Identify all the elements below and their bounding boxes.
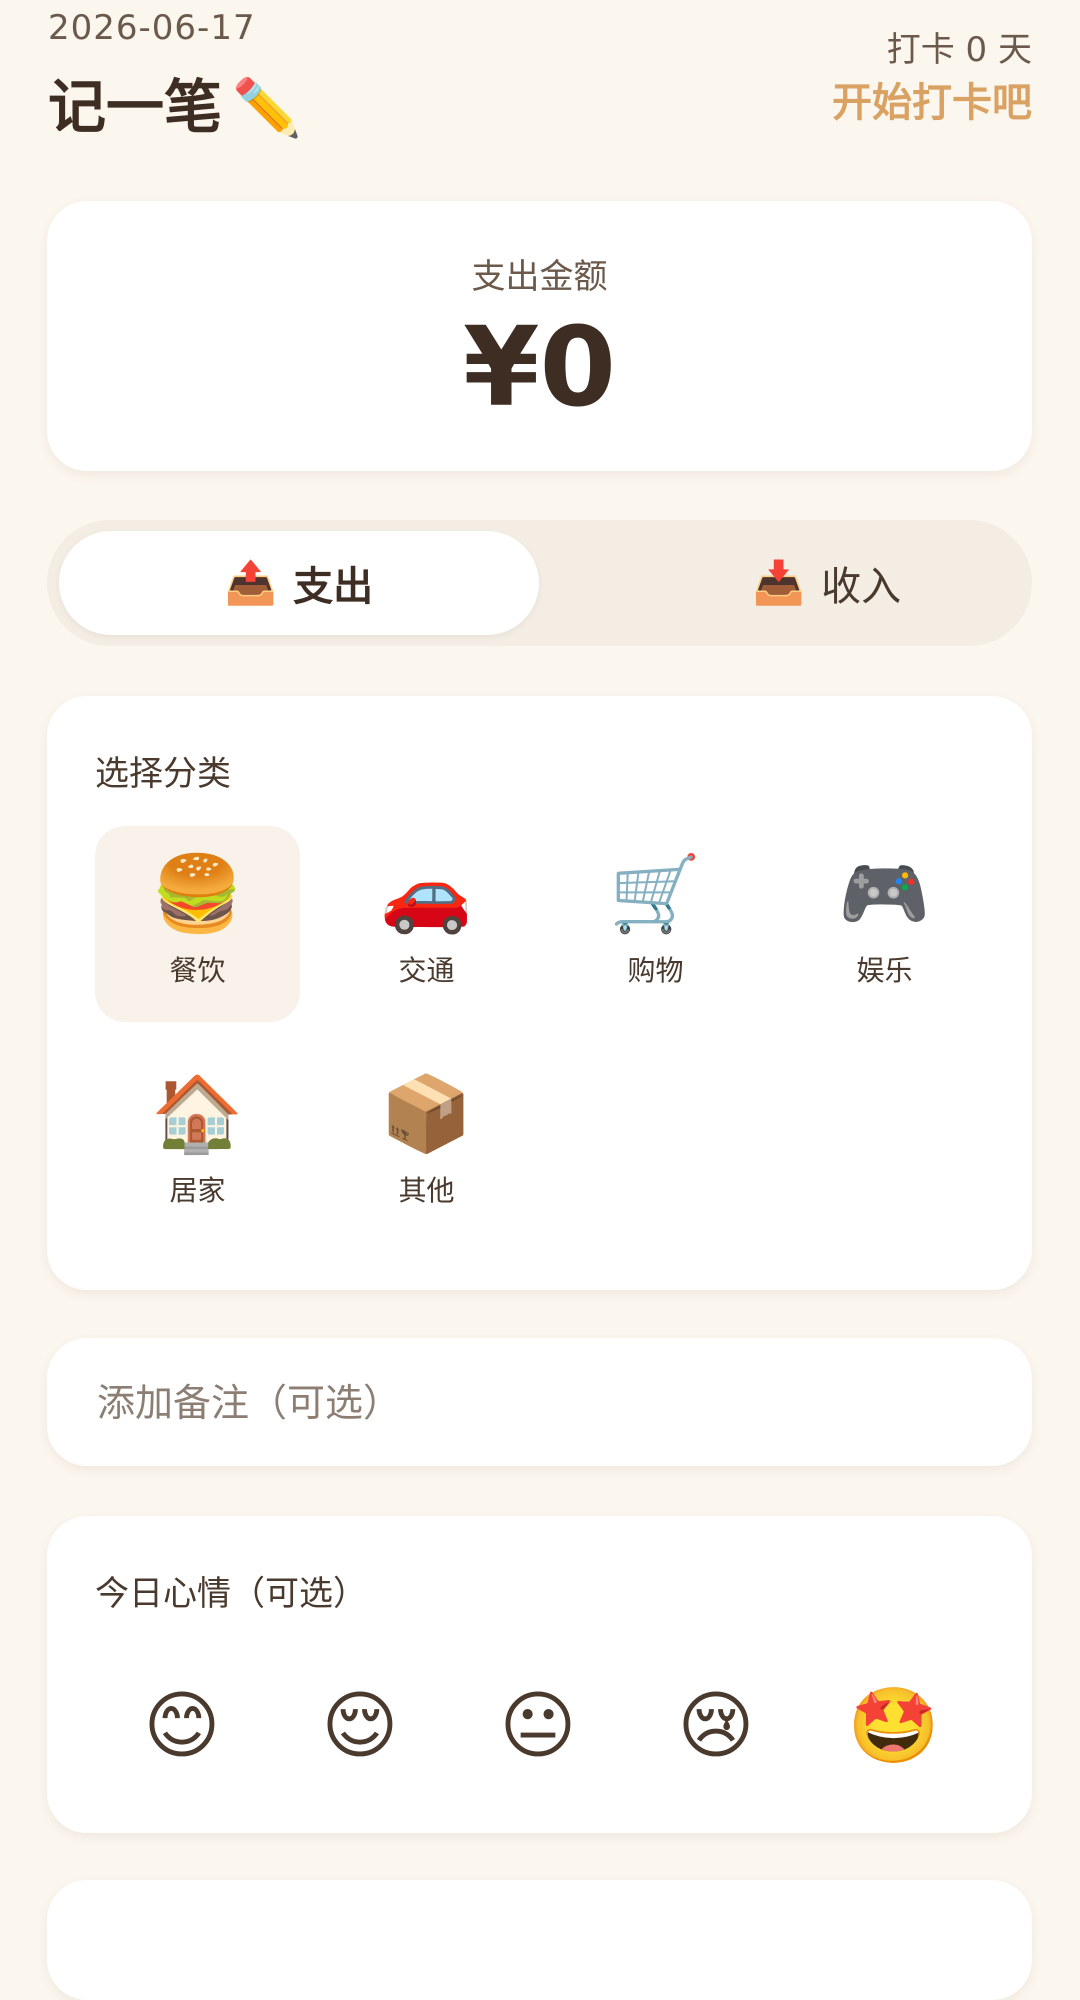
category-label: 其他 xyxy=(398,1174,455,1208)
checkin-days-label: 打卡 0 天 xyxy=(886,30,1032,70)
amount-label: 支出金额 xyxy=(471,257,608,297)
page-title: 记一笔 ✏️ xyxy=(48,60,302,144)
mood-smiling-icon[interactable]: 😊 xyxy=(132,1676,232,1776)
type-toggle: 📤 支出 📥 收入 xyxy=(47,520,1032,646)
next-card xyxy=(47,1880,1032,2000)
amount-value[interactable]: ¥0 xyxy=(47,301,1032,433)
note-input[interactable] xyxy=(95,1338,989,1468)
mood-crying-icon[interactable]: 😢 xyxy=(666,1676,766,1776)
category-card: 选择分类 🍔 餐饮 🚗 交通 🛒 购物 🎮 娱乐 🏠 居家 📦 其他 xyxy=(47,696,1032,1290)
car-icon: 🚗 xyxy=(380,851,473,937)
category-item-home[interactable]: 🏠 居家 xyxy=(95,1046,300,1242)
shopping-cart-icon: 🛒 xyxy=(609,851,702,937)
hamburger-icon: 🍔 xyxy=(151,851,244,937)
category-item-transport[interactable]: 🚗 交通 xyxy=(324,826,529,1022)
expense-tab[interactable]: 📤 支出 xyxy=(59,531,539,635)
income-tab[interactable]: 📥 收入 xyxy=(587,531,1067,635)
amount-card[interactable]: 支出金额 ¥0 xyxy=(47,201,1032,471)
category-label: 交通 xyxy=(398,954,455,988)
income-tab-label: 收入 xyxy=(821,564,902,610)
category-item-entertainment[interactable]: 🎮 娱乐 xyxy=(782,826,987,1022)
category-label: 居家 xyxy=(169,1174,226,1208)
house-icon: 🏠 xyxy=(151,1071,244,1157)
category-label: 购物 xyxy=(627,954,684,988)
page-title-text: 记一笔 xyxy=(48,73,223,141)
category-item-other[interactable]: 📦 其他 xyxy=(324,1046,529,1242)
mood-star-struck-icon[interactable]: 🤩 xyxy=(844,1676,944,1776)
note-card xyxy=(47,1338,1032,1468)
mood-neutral-icon[interactable]: 😐 xyxy=(488,1676,588,1776)
category-label: 娱乐 xyxy=(856,954,913,988)
pencil-icon: ✏️ xyxy=(232,76,302,141)
inbox-icon: 📥 xyxy=(752,558,806,607)
category-title: 选择分类 xyxy=(95,754,231,794)
game-controller-icon: 🎮 xyxy=(838,851,931,937)
mood-card: 今日心情（可选） 😊 😌 😐 😢 🤩 xyxy=(47,1516,1032,1833)
category-item-dining[interactable]: 🍔 餐饮 xyxy=(95,826,300,1022)
category-item-shopping[interactable]: 🛒 购物 xyxy=(553,826,758,1022)
package-icon: 📦 xyxy=(380,1071,473,1157)
date-label: 2026-06-17 xyxy=(48,8,256,48)
mood-relieved-icon[interactable]: 😌 xyxy=(310,1676,410,1776)
expense-tab-label: 支出 xyxy=(293,564,374,610)
checkin-cta-link[interactable]: 开始打卡吧 xyxy=(832,70,1032,128)
mood-title: 今日心情（可选） xyxy=(95,1574,367,1614)
outbox-icon: 📤 xyxy=(224,558,278,607)
category-label: 餐饮 xyxy=(169,954,226,988)
